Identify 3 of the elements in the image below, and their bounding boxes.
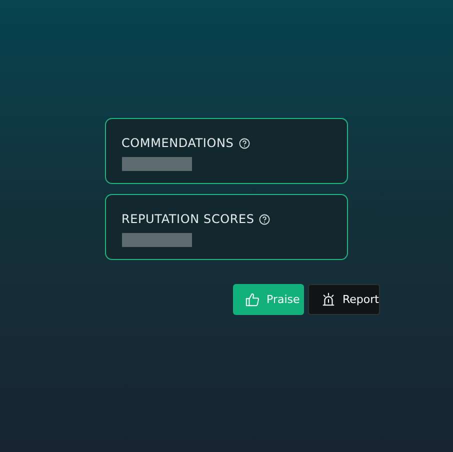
report-button[interactable]: Report	[308, 284, 380, 315]
card-title: REPUTATION SCORES	[122, 212, 254, 226]
card-title: COMMENDATIONS	[122, 136, 234, 150]
